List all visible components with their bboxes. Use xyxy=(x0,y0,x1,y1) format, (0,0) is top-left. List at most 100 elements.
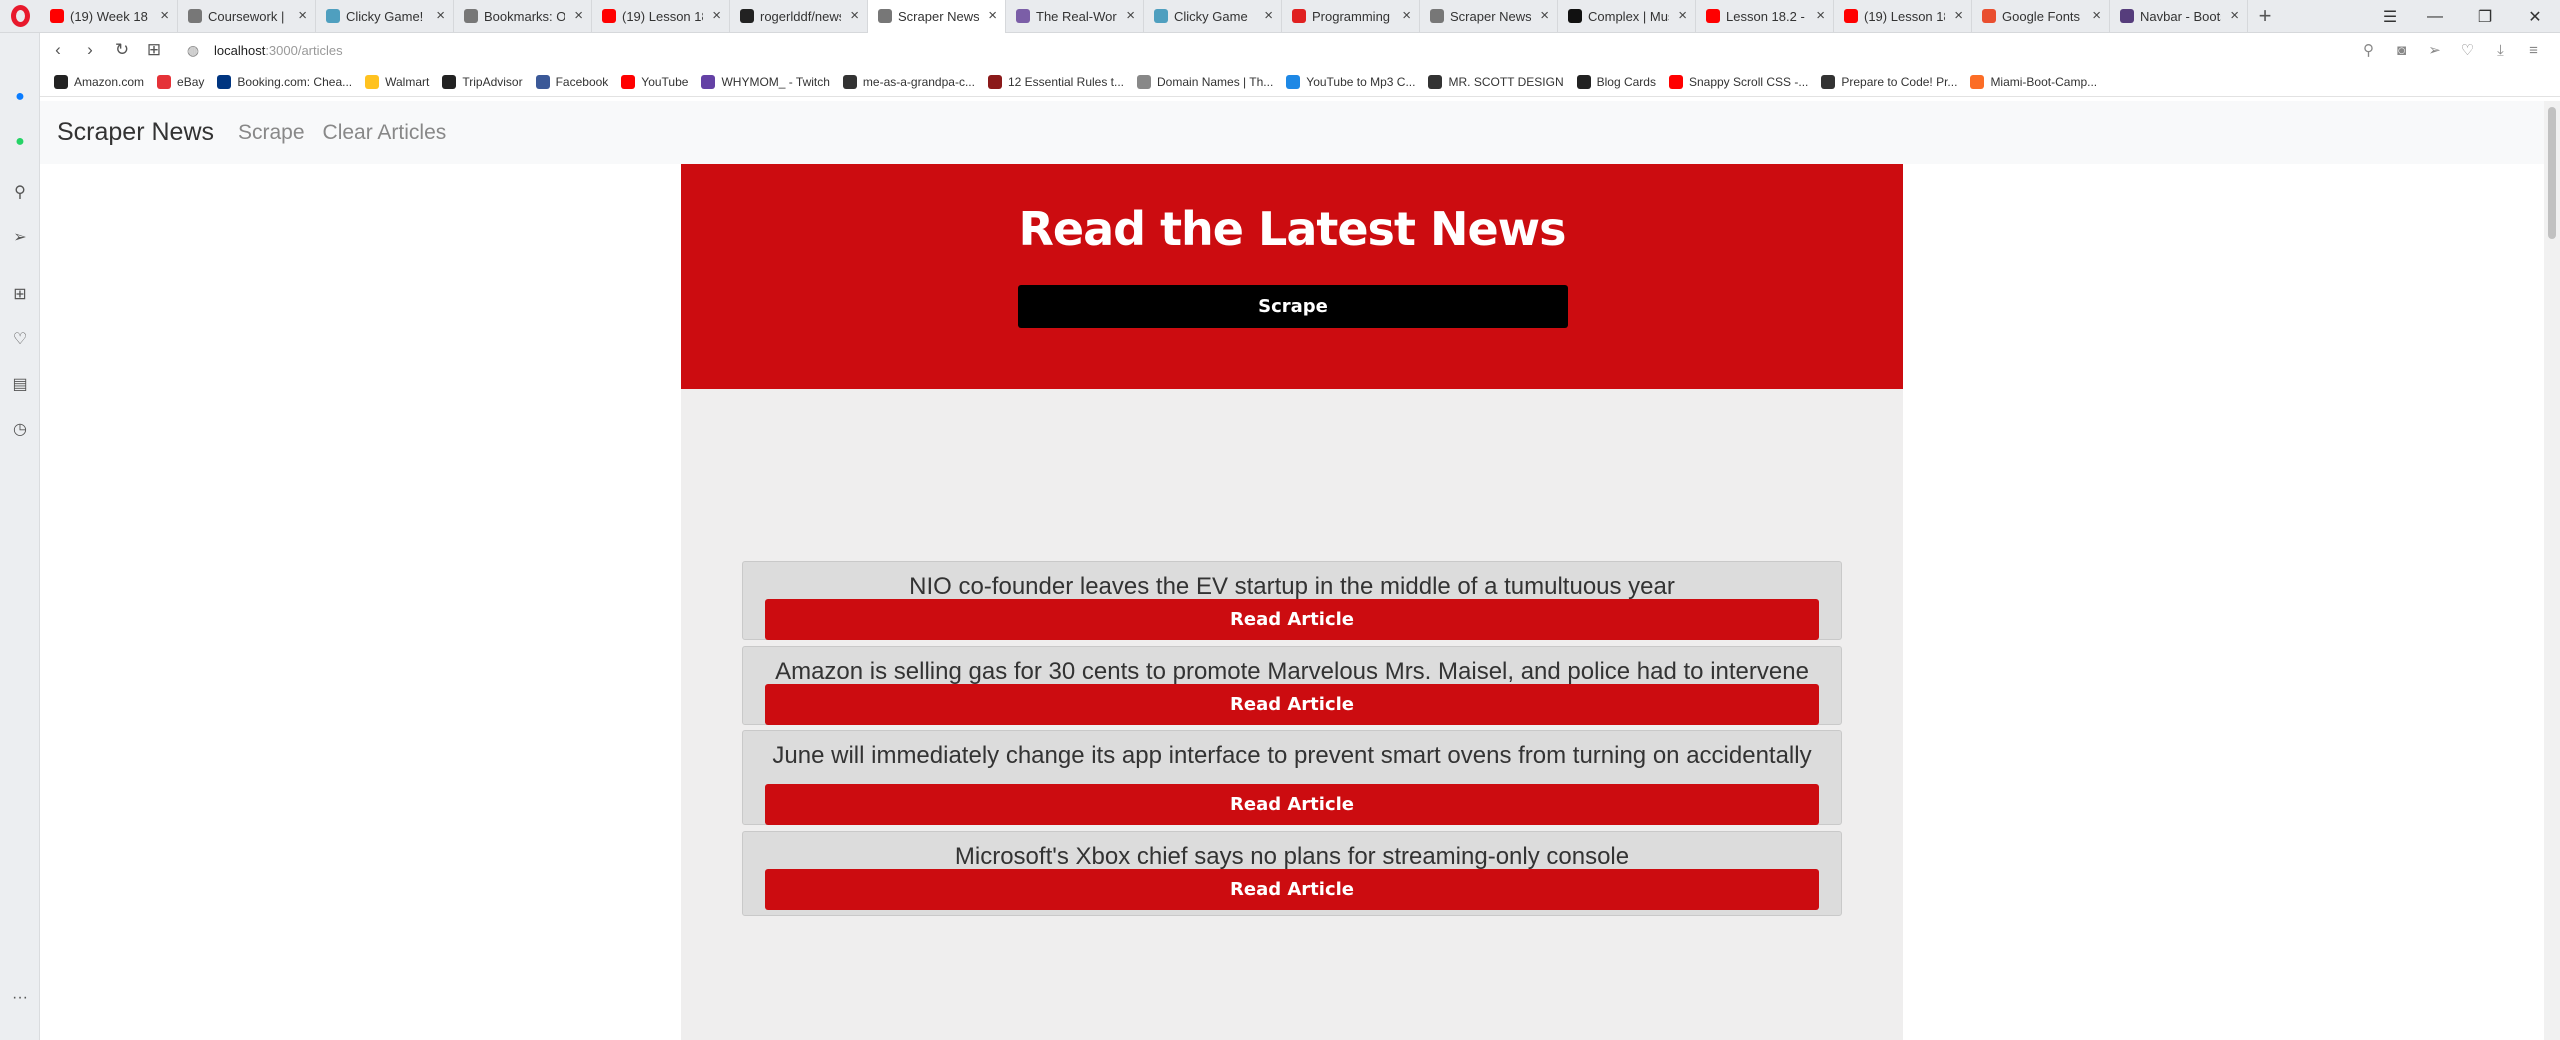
back-button[interactable]: ‹ xyxy=(42,40,74,60)
url-path: :3000/articles xyxy=(265,42,343,58)
scrape-button[interactable]: Scrape xyxy=(1018,285,1568,328)
close-tab-icon[interactable]: × xyxy=(988,7,997,24)
send-icon[interactable]: ➢ xyxy=(2418,41,2451,59)
read-article-button[interactable]: Read Article xyxy=(765,869,1819,910)
close-tab-icon[interactable]: × xyxy=(1126,7,1135,24)
whatsapp-icon[interactable]: ● xyxy=(8,130,32,154)
close-tab-icon[interactable]: × xyxy=(574,7,583,24)
close-tab-icon[interactable]: × xyxy=(1402,7,1411,24)
opera-menu-button[interactable] xyxy=(0,0,40,33)
bookmark-item[interactable]: Miami-Boot-Camp... xyxy=(1970,74,2097,89)
nav-scrape-link[interactable]: Scrape xyxy=(238,121,305,145)
close-tab-icon[interactable]: × xyxy=(1540,7,1549,24)
search-icon[interactable]: ⚲ xyxy=(2352,41,2385,59)
bookmark-item[interactable]: YouTube to Mp3 C... xyxy=(1286,74,1416,89)
close-tab-icon[interactable]: × xyxy=(1816,7,1825,24)
browser-tab[interactable]: (19) Week 18 day × xyxy=(40,0,178,33)
heart-icon[interactable]: ♡ xyxy=(2451,41,2484,59)
close-tab-icon[interactable]: × xyxy=(2230,7,2239,24)
url-field[interactable]: localhost:3000/articles xyxy=(214,43,343,58)
navbar-brand[interactable]: Scraper News xyxy=(57,118,214,147)
browser-tab[interactable]: Google Fonts × xyxy=(1972,0,2110,33)
bookmark-item[interactable]: Walmart xyxy=(365,74,429,89)
close-tab-icon[interactable]: × xyxy=(436,7,445,24)
tab-title: Scraper News Ne xyxy=(1450,8,1531,24)
close-tab-icon[interactable]: × xyxy=(1954,7,1963,24)
browser-tab[interactable]: Scraper News Ne × xyxy=(1420,0,1558,33)
more-icon[interactable]: ··· xyxy=(8,986,32,1010)
f-icon xyxy=(1982,9,1996,23)
easy-setup-icon[interactable]: ☰ xyxy=(2370,7,2410,27)
browser-tab[interactable]: Coursework | Bo × xyxy=(178,0,316,33)
tab-title: Programming / C xyxy=(1312,8,1393,24)
bookmark-label: Blog Cards xyxy=(1596,74,1656,89)
page-scrollbar[interactable] xyxy=(2544,101,2560,1040)
read-article-button[interactable]: Read Article xyxy=(765,684,1819,725)
domain-icon xyxy=(1137,74,1152,89)
bookmark-item[interactable]: me-as-a-grandpa-c... xyxy=(842,74,975,89)
close-tab-icon[interactable]: × xyxy=(1264,7,1273,24)
bookmarks-icon[interactable]: ♡ xyxy=(8,327,32,351)
bookmark-item[interactable]: Amazon.com xyxy=(54,74,144,89)
news-icon[interactable]: ▤ xyxy=(8,372,32,396)
close-tab-icon[interactable]: × xyxy=(850,7,859,24)
bookmark-item[interactable]: Blog Cards xyxy=(1576,74,1656,89)
bookmark-item[interactable]: MR. SCOTT DESIGN xyxy=(1428,74,1564,89)
bookmark-item[interactable]: 12 Essential Rules t... xyxy=(987,74,1124,89)
read-article-button[interactable]: Read Article xyxy=(765,784,1819,825)
tab-title: Google Fonts xyxy=(2002,8,2081,24)
nav-clear-articles-link[interactable]: Clear Articles xyxy=(323,121,447,145)
close-tab-icon[interactable]: × xyxy=(2092,7,2101,24)
page-icon xyxy=(188,9,202,23)
history-icon[interactable]: ◷ xyxy=(8,417,32,441)
bookmark-item[interactable]: Facebook xyxy=(535,74,608,89)
bookmark-label: YouTube to Mp3 C... xyxy=(1306,74,1416,89)
browser-tab[interactable]: Navbar - Bootstr × xyxy=(2110,0,2248,33)
bookmark-item[interactable]: Snappy Scroll CSS -... xyxy=(1668,74,1808,89)
browser-tab[interactable]: The Real-World A × xyxy=(1006,0,1144,33)
close-tab-icon[interactable]: × xyxy=(160,7,169,24)
bookmark-item[interactable]: eBay xyxy=(157,74,204,89)
read-article-button[interactable]: Read Article xyxy=(765,599,1819,640)
messenger-icon[interactable]: ● xyxy=(8,85,32,109)
bookmark-item[interactable]: Booking.com: Chea... xyxy=(217,74,353,89)
camera-icon[interactable]: ◙ xyxy=(2385,42,2418,59)
youtube-icon xyxy=(1668,74,1683,89)
flow-icon[interactable]: ➢ xyxy=(8,225,32,249)
close-tab-icon[interactable]: × xyxy=(1678,7,1687,24)
browser-tab[interactable]: Scraper News Ne × xyxy=(868,0,1006,33)
browser-tab[interactable]: Clicky Game × xyxy=(1144,0,1282,33)
opera-sidebar: ● ● ⚲ ➢ ⊞ ♡ ▤ ◷ ··· xyxy=(0,33,40,1040)
close-tab-icon[interactable]: × xyxy=(712,7,721,24)
search-icon[interactable]: ⚲ xyxy=(8,180,32,204)
download-icon[interactable]: ⤓ xyxy=(2484,42,2517,59)
forward-button[interactable]: › xyxy=(74,40,106,60)
browser-tab[interactable]: rogerlddf/news-s × xyxy=(730,0,868,33)
bookmark-item[interactable]: YouTube xyxy=(621,74,688,89)
restore-button[interactable]: ❐ xyxy=(2460,7,2510,27)
browser-tab[interactable]: Clicky Game! × xyxy=(316,0,454,33)
browser-tab[interactable]: Bookmarks: Othe × xyxy=(454,0,592,33)
close-window-button[interactable]: ✕ xyxy=(2510,7,2560,27)
bookmark-item[interactable]: Domain Names | Th... xyxy=(1137,74,1273,89)
browser-tab[interactable]: (19) Lesson 18.3 × xyxy=(1834,0,1972,33)
bookmark-label: Prepare to Code! Pr... xyxy=(1841,74,1958,89)
bookmark-item[interactable]: TripAdvisor xyxy=(442,74,523,89)
browser-tab[interactable]: Programming / C × xyxy=(1282,0,1420,33)
reload-button[interactable]: ↻ xyxy=(106,40,138,60)
browser-tab[interactable]: Lesson 18.2 - Sc × xyxy=(1696,0,1834,33)
scrollbar-thumb[interactable] xyxy=(2548,107,2556,239)
speed-dial-button[interactable]: ⊞ xyxy=(138,40,170,60)
minimize-button[interactable]: — xyxy=(2410,8,2460,26)
bookmark-label: Booking.com: Chea... xyxy=(237,74,353,89)
speed-dial-icon[interactable]: ⊞ xyxy=(8,282,32,306)
bookmark-item[interactable]: Prepare to Code! Pr... xyxy=(1821,74,1958,89)
menu-icon[interactable]: ≡ xyxy=(2517,42,2550,59)
globe-icon[interactable]: ◍ xyxy=(180,42,206,59)
close-tab-icon[interactable]: × xyxy=(298,7,307,24)
new-tab-button[interactable]: + xyxy=(2248,0,2282,33)
browser-tab[interactable]: Complex | Music × xyxy=(1558,0,1696,33)
browser-tab[interactable]: (19) Lesson 18.1 × xyxy=(592,0,730,33)
heart-icon xyxy=(464,9,478,23)
bookmark-item[interactable]: WHYMOM_ - Twitch xyxy=(701,74,830,89)
